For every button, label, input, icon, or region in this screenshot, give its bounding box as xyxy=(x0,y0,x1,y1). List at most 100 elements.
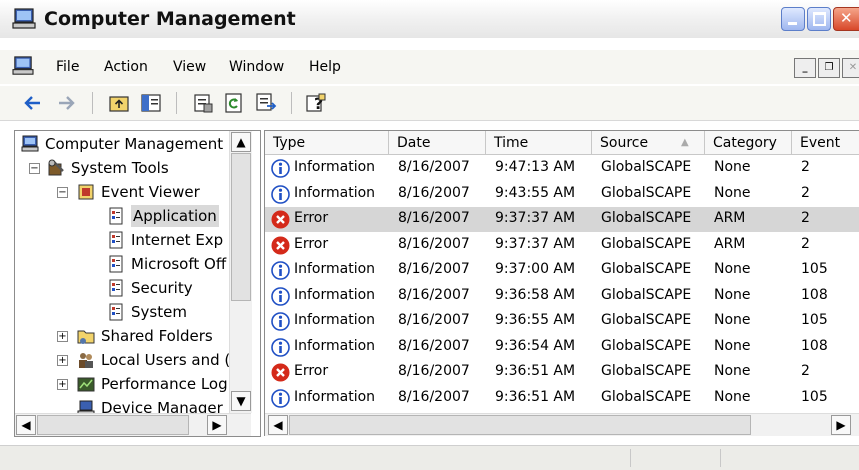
tree-hscroll-thumb[interactable] xyxy=(37,415,189,435)
show-hide-tree-icon[interactable] xyxy=(140,92,162,114)
child-restore-icon[interactable]: ❐ xyxy=(818,58,840,78)
tree-item-label: Application xyxy=(131,205,219,227)
table-row[interactable]: Information 8/16/2007 9:36:55 AM GlobalSCAP… xyxy=(265,309,859,334)
table-row[interactable]: Error 8/16/2007 9:37:37 AM GlobalSCAPE ARM 2 xyxy=(265,233,859,258)
information-icon xyxy=(271,261,290,280)
scroll-left-icon[interactable]: ◀ xyxy=(268,415,288,435)
table-row[interactable]: Error 8/16/2007 9:36:51 AM GlobalSCAPE None 2 xyxy=(265,360,859,385)
child-minimize-icon[interactable]: _ xyxy=(794,58,816,78)
table-row[interactable]: Information 8/16/2007 9:36:58 AM GlobalSCAP… xyxy=(265,284,859,309)
event-list[interactable]: Type Date Time Source ▲ Category Event I… xyxy=(264,130,859,436)
column-header-time[interactable]: Time xyxy=(486,131,592,155)
cell-source: GlobalSCAPE xyxy=(601,363,692,379)
cell-time: 9:36:54 AM xyxy=(495,337,576,354)
scroll-down-icon[interactable]: ▼ xyxy=(231,391,251,411)
cell-date: 8/16/2007 xyxy=(398,286,470,303)
cell-event: 105 xyxy=(801,312,828,328)
expand-icon[interactable]: + xyxy=(57,355,68,366)
cell-category: None xyxy=(714,159,751,175)
refresh-icon[interactable] xyxy=(223,92,245,114)
cell-category: ARM xyxy=(714,210,746,226)
cell-type: Information xyxy=(294,286,376,303)
system-menu-icon[interactable] xyxy=(12,56,34,76)
table-row[interactable]: Information 8/16/2007 9:47:13 AM GlobalSCAP… xyxy=(265,156,859,181)
column-header-type[interactable]: Type xyxy=(265,131,389,155)
minimize-icon xyxy=(788,22,797,25)
column-header-date[interactable]: Date xyxy=(389,131,486,155)
tree-horizontal-scrollbar[interactable]: ◀ ▶ xyxy=(15,413,251,436)
maximize-button[interactable] xyxy=(807,7,831,31)
cell-time: 9:47:13 AM xyxy=(495,159,576,175)
error-icon xyxy=(271,210,290,229)
collapse-icon[interactable]: − xyxy=(29,163,40,174)
toolbar: ? xyxy=(0,86,859,121)
forward-icon[interactable] xyxy=(55,92,77,114)
title-bar[interactable]: Computer Management ✕ xyxy=(0,0,859,38)
toolbar-separator xyxy=(176,92,177,114)
information-icon xyxy=(271,388,290,408)
cell-date: 8/16/2007 xyxy=(398,261,470,277)
menu-window[interactable]: Window xyxy=(229,59,284,75)
menu-action[interactable]: Action xyxy=(104,59,148,75)
cell-type: Error xyxy=(294,210,329,226)
menu-file[interactable]: File xyxy=(56,59,79,75)
cell-source: GlobalSCAPE xyxy=(601,159,692,175)
log-icon xyxy=(109,303,123,321)
cell-source: GlobalSCAPE xyxy=(601,388,692,405)
users-icon xyxy=(79,353,93,368)
cell-source: GlobalSCAPE xyxy=(601,184,692,201)
minimize-button[interactable] xyxy=(781,7,805,31)
list-hscroll-thumb[interactable] xyxy=(289,415,751,435)
export-list-icon[interactable] xyxy=(255,92,277,114)
child-close-icon[interactable]: ✕ xyxy=(842,58,859,78)
expand-icon[interactable]: + xyxy=(57,379,68,390)
cell-event: 108 xyxy=(801,286,828,303)
close-button[interactable]: ✕ xyxy=(833,7,859,31)
cell-date: 8/16/2007 xyxy=(398,235,470,252)
tree-scroll-thumb[interactable] xyxy=(231,153,251,301)
menu-bar: File Action View Window Help _ ❐ ✕ xyxy=(0,50,859,84)
scroll-up-icon[interactable]: ▲ xyxy=(231,132,251,152)
table-row[interactable]: Information 8/16/2007 9:36:54 AM GlobalSCAP… xyxy=(265,335,859,360)
menu-help[interactable]: Help xyxy=(309,59,341,75)
menu-view[interactable]: View xyxy=(173,59,206,75)
cell-event: 2 xyxy=(801,210,810,226)
back-icon[interactable] xyxy=(22,92,44,114)
scroll-right-icon[interactable]: ▶ xyxy=(831,415,851,435)
tree-item-label: Event Viewer xyxy=(101,183,200,201)
column-header-event[interactable]: Event xyxy=(792,131,859,155)
cell-date: 8/16/2007 xyxy=(398,337,470,354)
performance-icon xyxy=(77,377,95,392)
scroll-left-icon[interactable]: ◀ xyxy=(16,415,36,435)
help-icon[interactable]: ? xyxy=(305,92,327,114)
table-row[interactable]: Information 8/16/2007 9:37:00 AM GlobalSCAP… xyxy=(265,258,859,283)
tree-item-label: Performance Log xyxy=(101,375,228,393)
cell-category: None xyxy=(714,388,751,405)
status-divider xyxy=(720,449,721,467)
tree-item-label: Internet Exp xyxy=(131,231,224,249)
column-header-category[interactable]: Category xyxy=(705,131,792,155)
information-icon xyxy=(271,184,290,204)
cell-date: 8/16/2007 xyxy=(398,159,470,175)
cell-source: GlobalSCAPE xyxy=(601,261,692,277)
scroll-right-icon[interactable]: ▶ xyxy=(207,415,227,435)
expand-icon[interactable]: + xyxy=(57,331,68,342)
tree-item-label: Security xyxy=(131,279,193,297)
table-row[interactable]: Error 8/16/2007 9:37:37 AM GlobalSCAPE ARM 2 xyxy=(265,207,859,232)
collapse-icon[interactable]: − xyxy=(57,187,68,198)
up-folder-icon[interactable] xyxy=(108,92,130,114)
cell-event: 2 xyxy=(801,235,810,252)
tree-vertical-scrollbar[interactable]: ▲ ▼ xyxy=(229,131,252,413)
log-icon xyxy=(109,255,123,273)
cell-event: 108 xyxy=(801,337,828,354)
properties-icon[interactable] xyxy=(192,92,214,114)
table-row[interactable]: Information 8/16/2007 9:36:51 AM GlobalSCAP… xyxy=(265,386,859,411)
cell-event: 105 xyxy=(801,261,828,277)
log-icon xyxy=(109,231,123,249)
information-icon xyxy=(271,312,290,331)
cell-type: Information xyxy=(294,388,376,405)
console-tree[interactable]: Computer Management ( − System Tools − E… xyxy=(14,130,261,437)
list-horizontal-scrollbar[interactable]: ◀ ▶ xyxy=(265,413,859,436)
folder-icon xyxy=(77,330,95,344)
table-row[interactable]: Information 8/16/2007 9:43:55 AM GlobalSCAP… xyxy=(265,182,859,207)
